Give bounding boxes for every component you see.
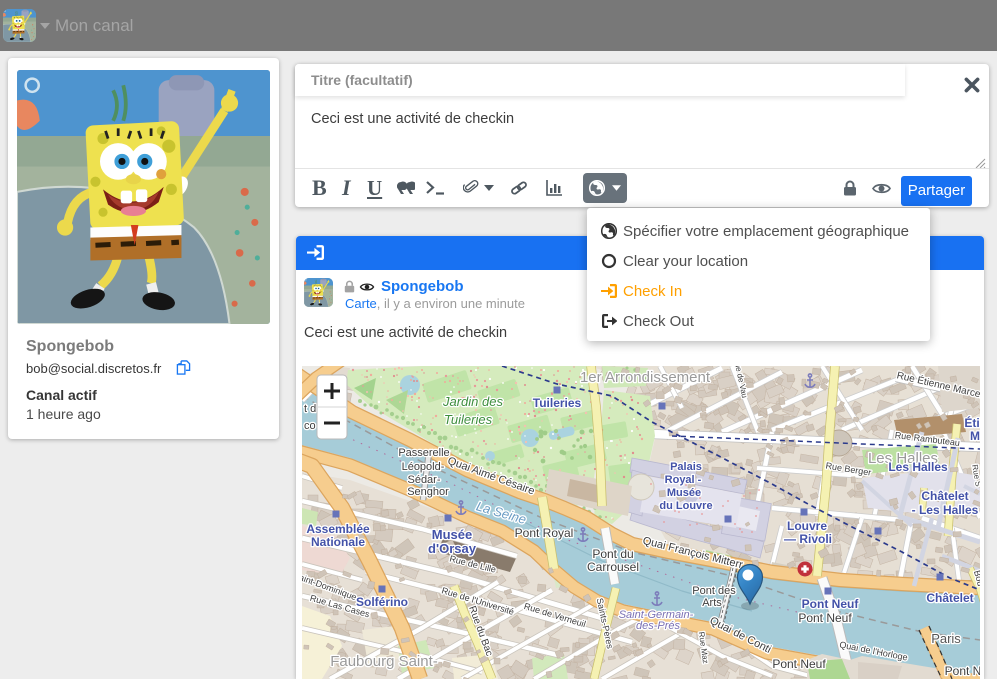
svg-text:des-Prés: des-Prés (636, 620, 681, 632)
svg-text:Éti: Éti (964, 415, 979, 430)
svg-text:Carrousel: Carrousel (587, 560, 639, 574)
svg-text:Arts: Arts (702, 597, 722, 609)
svg-text:Châtelet: Châtelet (921, 489, 968, 503)
svg-text:t d: t d (304, 403, 316, 415)
svg-text:Pont Neuf: Pont Neuf (802, 597, 860, 611)
svg-text:co: co (304, 420, 316, 432)
svg-text:Les Halles: Les Halles (888, 460, 948, 474)
svg-text:Tuileries: Tuileries (533, 396, 582, 410)
svg-text:Musée: Musée (667, 487, 701, 499)
svg-text:— Rivoli: — Rivoli (784, 532, 832, 546)
svg-text:Pont Neuf: Pont Neuf (772, 657, 826, 671)
svg-text:Louvre: Louvre (787, 519, 827, 533)
svg-text:du Louvre: du Louvre (659, 500, 712, 512)
svg-text:Jardin des: Jardin des (442, 394, 503, 409)
svg-text:Musée: Musée (432, 527, 472, 542)
svg-text:Assemblée: Assemblée (306, 522, 370, 536)
svg-text:- Les Halles: - Les Halles (912, 503, 979, 517)
svg-text:Paris: Paris (931, 631, 961, 646)
svg-text:Pont Royal: Pont Royal (515, 526, 574, 540)
svg-text:Tuileries: Tuileries (444, 412, 493, 427)
svg-text:Pont Neuf: Pont Neuf (798, 611, 852, 625)
svg-text:1er Arrondissement: 1er Arrondissement (580, 369, 711, 386)
svg-text:Nationale: Nationale (311, 535, 365, 549)
svg-text:Léopold-: Léopold- (402, 461, 445, 473)
svg-text:Senghor: Senghor (407, 486, 449, 498)
svg-text:Faubourg Saint-: Faubourg Saint- (330, 653, 438, 670)
svg-text:Pont N: Pont N (945, 664, 980, 678)
svg-text:Passerelle: Passerelle (398, 447, 449, 459)
svg-text:Pont du: Pont du (592, 547, 633, 561)
svg-text:Châtelet: Châtelet (926, 591, 973, 605)
svg-text:M: M (970, 429, 980, 443)
svg-text:Sédar-: Sédar- (407, 474, 440, 486)
svg-text:Palais: Palais (670, 461, 702, 473)
svg-text:Royal -: Royal - (665, 474, 702, 486)
svg-text:Pont des: Pont des (692, 585, 736, 597)
